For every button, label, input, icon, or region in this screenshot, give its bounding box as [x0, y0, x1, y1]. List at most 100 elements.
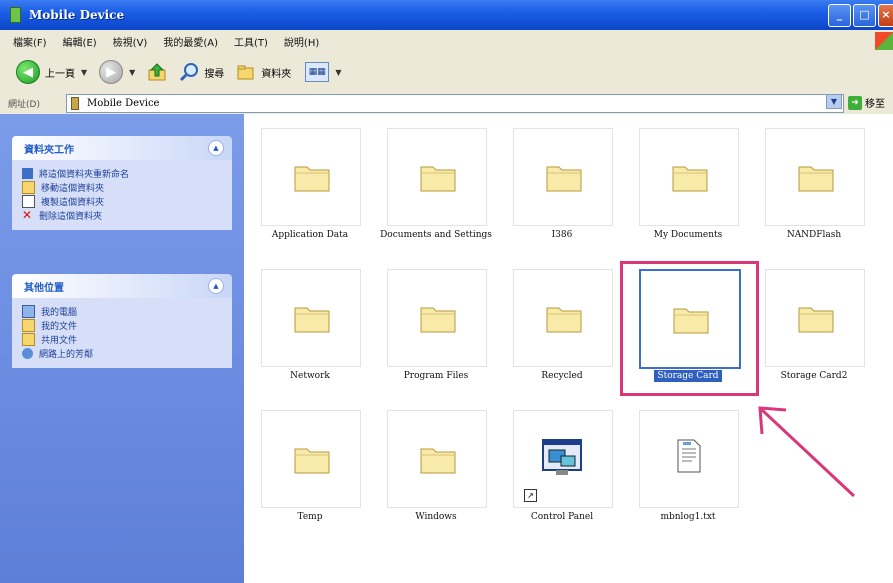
annotation-arrow-icon	[758, 406, 856, 498]
task-label: 移動這個資料夾	[41, 183, 105, 194]
views-icon: ▦▦	[308, 67, 326, 77]
item-label: Temp	[297, 512, 323, 522]
folder-tile[interactable]	[765, 128, 865, 226]
folders-button[interactable]	[236, 62, 256, 82]
forward-arrow-icon: ▶	[106, 64, 117, 80]
search-icon	[180, 63, 199, 82]
minimize-icon: _	[836, 8, 843, 21]
item-label: NANDFlash	[786, 230, 842, 240]
forward-dropdown-icon[interactable]: ▼	[129, 68, 135, 77]
search-button[interactable]	[179, 62, 199, 82]
folders-icon	[237, 65, 254, 80]
item-label: My Documents	[653, 230, 723, 240]
views-button[interactable]: ▦▦	[305, 62, 330, 82]
task-delete-folder[interactable]: ✕ 刪除這個資料夾	[22, 208, 232, 222]
text-file-icon	[677, 439, 701, 473]
file-tile[interactable]	[639, 410, 739, 508]
place-label: 網路上的芳鄰	[39, 349, 94, 360]
folder-icon	[672, 166, 708, 192]
address-value[interactable]: Mobile Device	[87, 98, 159, 109]
go-button[interactable]: ➜ 移至	[848, 95, 885, 110]
address-field[interactable]: Mobile Device	[66, 94, 844, 113]
toolbar: ◀ 上一頁 ▼ ▶ ▼ 搜尋 資料夾 ▦▦ ▼	[0, 52, 893, 93]
forward-button[interactable]: ▶	[99, 60, 124, 84]
place-label: 我的文件	[41, 321, 78, 332]
control-panel-icon	[542, 439, 582, 475]
search-label[interactable]: 搜尋	[204, 65, 224, 80]
folders-label[interactable]: 資料夾	[261, 65, 291, 80]
folder-tile[interactable]	[765, 269, 865, 367]
folder-icon	[294, 307, 330, 333]
other-places-header[interactable]: 其他位置 ▲	[12, 274, 232, 298]
task-copy-folder[interactable]: 複製這個資料夾	[22, 194, 232, 208]
address-label: 網址(D)	[8, 99, 40, 110]
menu-tools[interactable]: 工具(T)	[231, 33, 271, 50]
menu-file[interactable]: 檔案(F)	[10, 33, 50, 50]
menu-help[interactable]: 說明(H)	[281, 33, 322, 50]
item-label: I386	[551, 230, 573, 240]
mobile-device-icon	[10, 7, 21, 23]
back-button[interactable]: ◀	[16, 60, 40, 84]
my-computer-icon	[22, 304, 35, 318]
item-label: Storage Card2	[780, 371, 848, 381]
close-button[interactable]: ×	[878, 4, 893, 27]
folder-tile[interactable]	[387, 128, 487, 226]
window-controls: _ □ ×	[828, 4, 893, 27]
folder-tile[interactable]	[261, 410, 361, 508]
collapse-icon[interactable]: ▲	[208, 140, 224, 156]
item-label: Application Data	[271, 230, 349, 240]
rename-icon	[22, 167, 33, 179]
place-shared-documents[interactable]: 共用文件	[22, 332, 232, 346]
address-dropdown-icon[interactable]: ▼	[826, 94, 842, 109]
place-network[interactable]: 網路上的芳鄰	[22, 346, 232, 360]
highlight-box	[620, 261, 759, 396]
folder-icon	[420, 307, 456, 333]
collapse-icon[interactable]: ▲	[208, 278, 224, 294]
folder-tasks-body: 將這個資料夾重新命名 移動這個資料夾 複製這個資料夾 ✕ 刪除這個資料夾	[12, 160, 232, 230]
folder-icon	[294, 166, 330, 192]
menu-bar: 檔案(F) 編輯(E) 檢視(V) 我的最愛(A) 工具(T) 說明(H)	[0, 30, 893, 53]
window-title: Mobile Device	[29, 8, 125, 22]
item-label: Control Panel	[530, 512, 594, 522]
folder-icon	[420, 166, 456, 192]
folder-tile[interactable]	[513, 269, 613, 367]
folder-tasks-title: 資料夾工作	[24, 144, 74, 156]
other-places-title: 其他位置	[24, 282, 64, 294]
folder-icon	[294, 448, 330, 474]
shortcut-tile[interactable]: ↗	[513, 410, 613, 508]
folder-tile[interactable]	[513, 128, 613, 226]
task-rename-folder[interactable]: 將這個資料夾重新命名	[22, 166, 232, 180]
folder-tile[interactable]	[261, 128, 361, 226]
menu-favorites[interactable]: 我的最愛(A)	[160, 33, 221, 50]
other-places-panel: 其他位置 ▲ 我的電腦 我的文件 共用文件 網路上的芳鄰	[12, 274, 232, 368]
network-places-icon	[22, 347, 33, 359]
task-move-folder[interactable]: 移動這個資料夾	[22, 180, 232, 194]
task-pane: 資料夾工作 ▲ 將這個資料夾重新命名 移動這個資料夾 複製這個資料夾 ✕ 刪除這…	[0, 114, 244, 583]
task-label: 複製這個資料夾	[41, 197, 105, 208]
back-dropdown-icon[interactable]: ▼	[81, 68, 87, 77]
views-dropdown-icon[interactable]: ▼	[335, 68, 341, 77]
place-my-computer[interactable]: 我的電腦	[22, 304, 232, 318]
title-bar[interactable]: Mobile Device _ □ ×	[0, 0, 893, 30]
folder-tile[interactable]	[387, 410, 487, 508]
other-places-body: 我的電腦 我的文件 共用文件 網路上的芳鄰	[12, 298, 232, 368]
up-folder-button[interactable]	[147, 62, 167, 82]
folder-tile[interactable]	[387, 269, 487, 367]
back-label[interactable]: 上一頁	[45, 65, 75, 80]
folder-icon	[546, 166, 582, 192]
item-label: Network	[290, 371, 330, 381]
menu-edit[interactable]: 編輯(E)	[60, 33, 100, 50]
minimize-button[interactable]: _	[828, 4, 851, 27]
shortcut-arrow-icon: ↗	[524, 489, 537, 502]
maximize-icon: □	[859, 8, 870, 21]
up-folder-icon	[148, 63, 166, 81]
go-label: 移至	[865, 99, 885, 110]
item-label: Recycled	[541, 371, 583, 381]
folder-tasks-header[interactable]: 資料夾工作 ▲	[12, 136, 232, 160]
place-my-documents[interactable]: 我的文件	[22, 318, 232, 332]
folder-tile[interactable]	[639, 128, 739, 226]
shared-documents-icon	[22, 332, 35, 346]
menu-view[interactable]: 檢視(V)	[110, 33, 151, 50]
maximize-button[interactable]: □	[853, 4, 876, 27]
folder-tile[interactable]	[261, 269, 361, 367]
